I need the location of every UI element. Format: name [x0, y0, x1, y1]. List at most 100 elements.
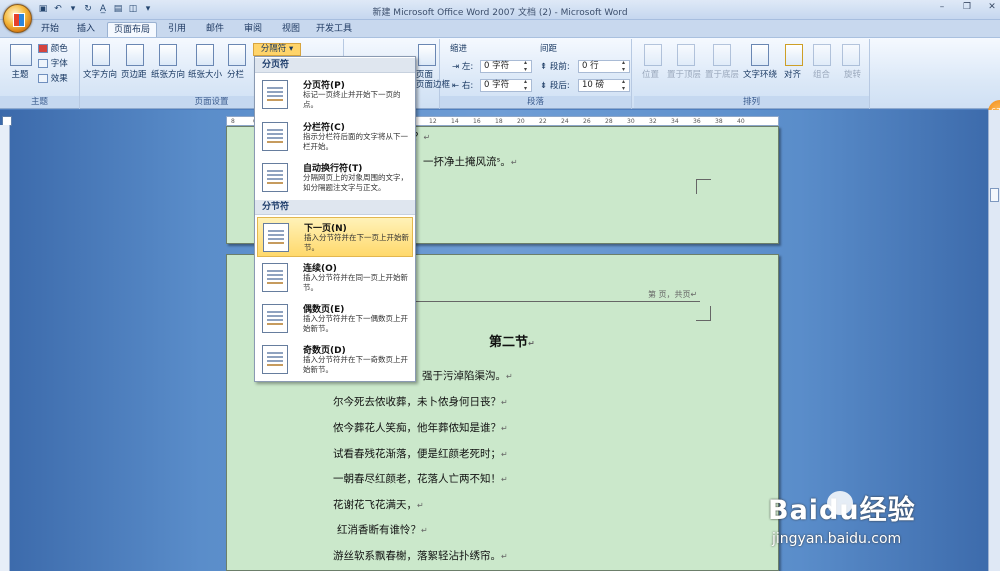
ruler-tick: 36 — [693, 118, 701, 125]
size-icon — [196, 44, 214, 66]
vertical-scrollbar[interactable] — [988, 110, 1000, 571]
text-wrap-button[interactable]: 文字环绕 — [743, 70, 777, 80]
fonts-icon — [38, 59, 48, 68]
orientation-button[interactable]: 纸张方向 — [151, 70, 185, 80]
ruler-tick: 18 — [495, 118, 503, 125]
heading-section-2: 第二节↵ — [489, 335, 535, 350]
spacing-before-input[interactable]: 0 行 — [578, 59, 630, 73]
header-rule — [408, 301, 700, 302]
office-button[interactable] — [3, 4, 32, 33]
tab-home[interactable]: 开始 — [34, 22, 66, 38]
poem-line: 一朝春尽红颜老，花落人亡两不知！↵ — [333, 473, 508, 485]
ruler-tick: 8 — [231, 118, 235, 125]
indent-left-label: ⇥ 左: — [452, 62, 474, 72]
menu-item-continuous[interactable]: 连续(O) 插入分节符并在同一页上开始新节。 — [257, 258, 413, 298]
theme-button[interactable]: 主题 — [5, 70, 35, 80]
theme-fonts-button[interactable]: 字体 — [38, 59, 68, 69]
size-button[interactable]: 纸张大小 — [188, 70, 222, 80]
tab-insert[interactable]: 插入 — [68, 22, 104, 38]
section-breaks-section-title: 分节符 — [255, 200, 415, 215]
ruler-tick: 16 — [473, 118, 481, 125]
poem-line: 红消香断有谁怜？↵ — [337, 524, 428, 536]
columns-icon — [228, 44, 246, 66]
ruler-tick: 38 — [715, 118, 723, 125]
vertical-ruler[interactable] — [0, 125, 10, 571]
window-controls: – ❐ ✕ — [936, 2, 998, 12]
tab-page-layout[interactable]: 页面布局 — [107, 22, 157, 38]
poem-line: 试看春残花渐落，便是红颜老死时；↵ — [333, 448, 508, 460]
text-direction-icon — [92, 44, 110, 66]
tab-references[interactable]: 引用 — [160, 22, 194, 38]
theme-icon — [10, 44, 32, 66]
menu-item-odd-page[interactable]: 奇数页(D) 插入分节符并在下一奇数页上开始新节。 — [257, 340, 413, 380]
menu-item-column-break[interactable]: 分栏符(C) 指示分栏符后面的文字将从下一栏开始。 — [257, 117, 413, 157]
group-button[interactable]: 组合 — [813, 70, 830, 80]
theme-colors-button[interactable]: 颜色 — [38, 44, 68, 54]
breaks-button[interactable]: 分隔符 ▾ — [253, 43, 301, 56]
ribbon: 主题 颜色 字体 效果 主题 文字方向 页边距 纸张方向 纸张大小 分栏 分隔符… — [0, 37, 1000, 124]
poem-line: 游丝软系飘春榭，落絮轻沾扑绣帘。↵ — [333, 550, 508, 562]
bring-front-button[interactable]: 置于顶层 — [667, 70, 701, 80]
rotate-button[interactable]: 旋转 — [844, 70, 861, 80]
ruler-tick: 26 — [583, 118, 591, 125]
menu-item-page-break[interactable]: 分页符(P) 标记一页终止并开始下一页的点。 — [257, 75, 413, 115]
ruler-tick: 34 — [671, 118, 679, 125]
tab-mailings[interactable]: 邮件 — [198, 22, 232, 38]
scrollbar-thumb[interactable] — [990, 188, 999, 202]
page-breaks-section-title: 分页符 — [255, 58, 415, 73]
ruler-tick: 20 — [517, 118, 525, 125]
ruler-tick: 32 — [649, 118, 657, 125]
arrange-group: 位置 置于顶层 置于底层 文字环绕 对齐 组合 旋转 排列 — [634, 39, 870, 109]
ruler-tick: 14 — [451, 118, 459, 125]
columns-button[interactable]: 分栏 — [227, 70, 244, 80]
page-color-button[interactable]: 页面 — [416, 70, 433, 80]
spacing-label: 间距 — [540, 44, 558, 54]
tab-review[interactable]: 审阅 — [236, 22, 270, 38]
poem-line: 尔今死去侬收葬，未卜侬身何日丧？↵ — [333, 396, 508, 408]
ruler-tick: 12 — [429, 118, 437, 125]
orientation-icon — [159, 44, 177, 66]
ruler-tick: 28 — [605, 118, 613, 125]
indent-left-input[interactable]: 0 字符 — [480, 59, 532, 73]
margins-button[interactable]: 页边距 — [121, 70, 147, 80]
rotate-icon — [842, 44, 860, 66]
ruler-tick: 24 — [561, 118, 569, 125]
ruler-tick: 30 — [627, 118, 635, 125]
even-page-icon — [262, 304, 288, 333]
close-icon[interactable]: ✕ — [986, 2, 998, 12]
group-icon — [813, 44, 831, 66]
title-bar: ▣ ↶ ▾ ↻ A̲ ▤ ◫ ▾ 新建 Microsoft Office Wor… — [0, 0, 1000, 20]
effects-icon — [38, 74, 48, 83]
next-page-icon — [263, 223, 289, 252]
column-break-icon — [262, 122, 288, 151]
position-button[interactable]: 位置 — [642, 70, 659, 80]
tab-view[interactable]: 视图 — [274, 22, 308, 38]
theme-effects-button[interactable]: 效果 — [38, 74, 68, 84]
page-break-icon — [262, 80, 288, 109]
text-direction-button[interactable]: 文字方向 — [83, 70, 117, 80]
text-wrap-icon — [751, 44, 769, 66]
paragraph-group: 缩进 ⇥ 左: 0 字符 ⇤ 右: 0 字符 间距 ⇞ 段前: 0 行 ⇟ 段后… — [440, 39, 632, 109]
indent-right-label: ⇤ 右: — [452, 81, 474, 91]
align-button[interactable]: 对齐 — [784, 70, 801, 80]
margins-icon — [126, 44, 144, 66]
poem-line: 花谢花飞花满天，↵ — [333, 499, 424, 511]
spacing-after-input[interactable]: 10 磅 — [578, 78, 630, 92]
send-back-icon — [713, 44, 731, 66]
text-wrapping-icon — [262, 163, 288, 192]
watermark-url: jingyan.baidu.com — [772, 531, 902, 547]
breaks-dropdown-menu: 分页符 分页符(P) 标记一页终止并开始下一页的点。 分栏符(C) 指示分栏符后面的… — [254, 56, 416, 382]
menu-item-text-wrapping[interactable]: 自动换行符(T) 分隔网页上的对象周围的文字，如分隔题注文字与正文。 — [257, 158, 413, 198]
ruler-tick: 40 — [737, 118, 745, 125]
margin-corner-mark — [696, 179, 711, 194]
indent-label: 缩进 — [450, 44, 468, 54]
window-title: 新建 Microsoft Office Word 2007 文档 (2) - M… — [372, 8, 628, 18]
tab-developer[interactable]: 开发工具 — [310, 22, 358, 38]
restore-icon[interactable]: ❐ — [961, 2, 973, 12]
minimize-icon[interactable]: – — [936, 2, 948, 12]
arrange-group-label: 排列 — [634, 96, 869, 108]
menu-item-even-page[interactable]: 偶数页(E) 插入分节符并在下一偶数页上开始新节。 — [257, 299, 413, 339]
menu-item-next-page[interactable]: 下一页(N) 插入分节符并在下一页上开始新节。 — [257, 217, 413, 257]
send-back-button[interactable]: 置于底层 — [705, 70, 739, 80]
indent-right-input[interactable]: 0 字符 — [480, 78, 532, 92]
